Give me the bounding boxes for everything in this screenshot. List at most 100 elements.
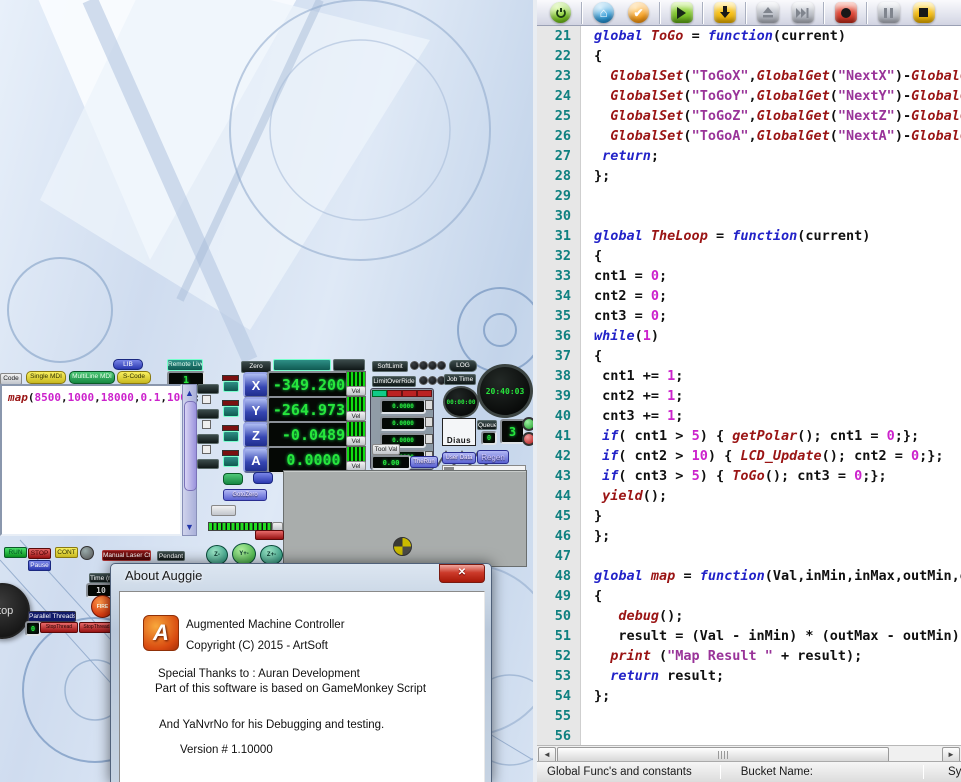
scrollbar-thumb[interactable] — [184, 401, 197, 491]
mini-button[interactable] — [197, 434, 219, 444]
jog-knob-y[interactable]: Y+- — [232, 543, 256, 565]
pendant-button[interactable]: Pendant — [157, 551, 185, 561]
dialog-close-button[interactable]: ✕ — [439, 564, 485, 583]
line-number: 40 — [537, 406, 581, 426]
mdi-editor[interactable]: map(8500,1000,18000,0.1,100); — [0, 384, 182, 536]
cont-button[interactable]: CONT — [55, 547, 78, 558]
limitoverride-button[interactable]: LimitOverRide — [372, 376, 416, 387]
line-number: 53 — [537, 666, 581, 686]
stop-thread-button[interactable]: StopThread — [40, 622, 78, 633]
skip-forward-button[interactable] — [786, 2, 819, 24]
mini-button[interactable] — [253, 472, 273, 484]
limit-led — [428, 361, 437, 370]
log-button[interactable]: LOG — [449, 360, 477, 372]
mini-button[interactable] — [255, 530, 284, 540]
code-line: 52 print ("Map Result " + result); — [537, 646, 961, 666]
axis-side-button[interactable] — [223, 431, 239, 442]
goto-zero-button[interactable]: GotoZero — [223, 489, 267, 501]
statusbar: Global Func's and constants Bucket Name:… — [537, 761, 961, 782]
line-number: 48 — [537, 566, 581, 586]
code-line: 44 yield(); — [537, 486, 961, 506]
mini-toggle[interactable] — [202, 445, 211, 454]
status-right: System Variables — [938, 766, 961, 778]
feedhold-indicator[interactable] — [80, 546, 94, 560]
user-data-button[interactable]: User Data — [442, 452, 476, 464]
line-number: 36 — [537, 326, 581, 346]
vel-button[interactable]: Vel — [346, 386, 366, 396]
mdi-editor-line: map(8500,1000,18000,0.1,100); — [8, 391, 200, 404]
offset-button[interactable] — [425, 434, 433, 444]
run-button[interactable]: RUN — [4, 547, 27, 558]
offsets-header — [402, 390, 417, 397]
mdi-editor-scrollbar[interactable]: ▲ ▼ — [182, 384, 197, 536]
red-indicator-button[interactable] — [522, 432, 533, 446]
diaus-panel: Diaus — [442, 418, 476, 446]
stop-button[interactable]: STOP — [28, 548, 51, 559]
mini-button[interactable] — [197, 459, 219, 469]
stop-thread-button[interactable]: StopThread — [79, 622, 114, 633]
code-line: 30 — [537, 206, 961, 226]
vel-button[interactable]: Vel — [346, 411, 366, 421]
mini-toggle[interactable] — [202, 420, 211, 429]
remote-live-button[interactable]: Remote Live — [167, 359, 203, 371]
queue-button[interactable]: Queue — [477, 420, 497, 430]
stop-script-button[interactable] — [907, 2, 940, 24]
line-number: 22 — [537, 46, 581, 66]
eject-button[interactable] — [751, 2, 784, 24]
axis-side-button[interactable] — [223, 381, 239, 392]
scroll-down-icon[interactable]: ▼ — [184, 521, 195, 533]
jog-button[interactable] — [211, 505, 236, 516]
axis-button-y[interactable]: Y — [243, 397, 269, 423]
tool-val-button[interactable]: Tool Val — [372, 444, 400, 455]
axis-side-button[interactable] — [223, 406, 239, 417]
mini-button[interactable] — [197, 409, 219, 419]
jog-knob-z-minus[interactable]: Z- — [206, 545, 228, 565]
axis-side-button[interactable] — [223, 456, 239, 467]
lib-button[interactable]: LIB — [113, 359, 143, 370]
line-number: 35 — [537, 306, 581, 326]
therun-button[interactable]: TheRun — [410, 456, 438, 468]
axis-button-z[interactable]: Z — [243, 422, 269, 448]
vel-button[interactable]: Vel — [346, 436, 366, 446]
code-line: 31global TheLoop = function(current) — [537, 226, 961, 246]
vel-meter — [346, 371, 366, 387]
line-number: 56 — [537, 726, 581, 746]
auggie-logo: A — [143, 615, 179, 651]
pause-script-button[interactable] — [872, 2, 905, 24]
offset-button[interactable] — [425, 417, 433, 427]
mini-button[interactable] — [197, 384, 219, 394]
download-button[interactable] — [708, 2, 741, 24]
scode-button[interactable]: S-Code — [117, 371, 151, 384]
code-line: 54}; — [537, 686, 961, 706]
vel-meter — [346, 446, 366, 462]
record-button[interactable] — [829, 2, 862, 24]
jog-knob-z-plus[interactable]: Z+- — [260, 545, 283, 565]
axis-button-x[interactable]: X — [243, 372, 269, 398]
down-arrow-icon — [714, 2, 736, 23]
mini-button[interactable] — [333, 359, 365, 371]
multiline-mdi-button[interactable]: MultiLine MDI — [69, 371, 115, 384]
power-button[interactable] — [544, 2, 577, 24]
horizontal-scrollbar[interactable]: ◄ ► — [537, 745, 961, 762]
mini-button[interactable] — [223, 473, 243, 485]
mini-button[interactable] — [273, 359, 331, 371]
code-line: 32{ — [537, 246, 961, 266]
offsets-header — [387, 390, 402, 397]
offset-button[interactable] — [425, 400, 433, 410]
run-script-button[interactable] — [665, 2, 698, 24]
mini-toggle[interactable] — [202, 395, 211, 404]
manual-laser-button[interactable]: Manual Laser Ctrl — [102, 550, 151, 561]
code-editor[interactable]: 21global ToGo = function(current)22{23 G… — [537, 26, 961, 746]
auggie-main-window: Code Single MDI MultiLine MDI S-Code LIB… — [0, 0, 533, 782]
axis-button-a[interactable]: A — [243, 447, 269, 473]
confirm-button[interactable]: ✔ — [622, 2, 655, 24]
scroll-up-icon[interactable]: ▲ — [184, 387, 195, 399]
regen-button[interactable]: Regen — [477, 450, 509, 464]
about-debugging: And YaNvrNo for his Debugging and testin… — [159, 719, 384, 731]
pause-button[interactable]: Pause — [28, 560, 51, 571]
softlimit-button[interactable]: SoftLimit — [372, 361, 408, 372]
single-mdi-button[interactable]: Single MDI — [26, 371, 66, 384]
home-button[interactable]: ⌂ — [587, 2, 620, 24]
code-lines: 21global ToGo = function(current)22{23 G… — [537, 26, 961, 746]
green-indicator-button[interactable] — [522, 417, 533, 431]
